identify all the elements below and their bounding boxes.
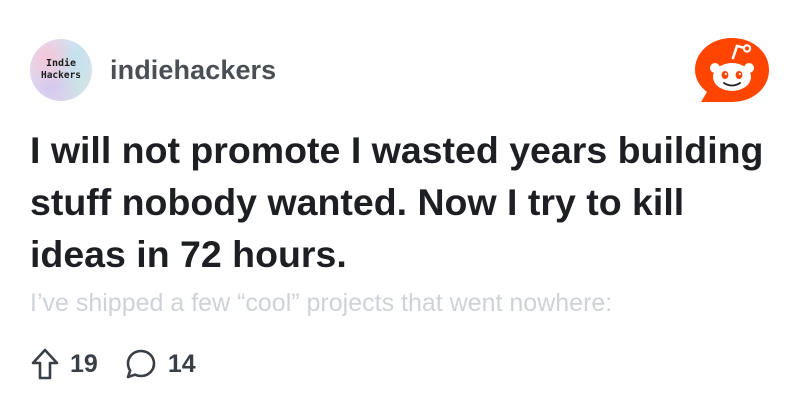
- comment-bubble-icon: [124, 347, 158, 381]
- post-stats: 19 14: [30, 344, 222, 384]
- post-header: Indie Hackers indiehackers: [30, 38, 276, 102]
- upvote-arrow-icon: [30, 347, 60, 381]
- upvote-button[interactable]: 19: [30, 347, 98, 381]
- post-preview: I’ve shipped a few “cool” projects that …: [30, 289, 613, 317]
- community-name[interactable]: indiehackers: [110, 55, 276, 86]
- upvote-count: 19: [70, 349, 98, 378]
- community-avatar[interactable]: Indie Hackers: [30, 39, 92, 101]
- post-card[interactable]: Indie Hackers indiehackers I will not pr…: [0, 0, 800, 419]
- comments-button[interactable]: 14: [124, 347, 196, 381]
- comment-count: 14: [167, 349, 196, 378]
- reddit-logo-icon: [693, 36, 771, 104]
- avatar-text-line1: Indie: [45, 58, 77, 69]
- avatar-text-line2: Hackers: [40, 70, 82, 81]
- post-title[interactable]: I will not promote I wasted years buildi…: [30, 124, 770, 280]
